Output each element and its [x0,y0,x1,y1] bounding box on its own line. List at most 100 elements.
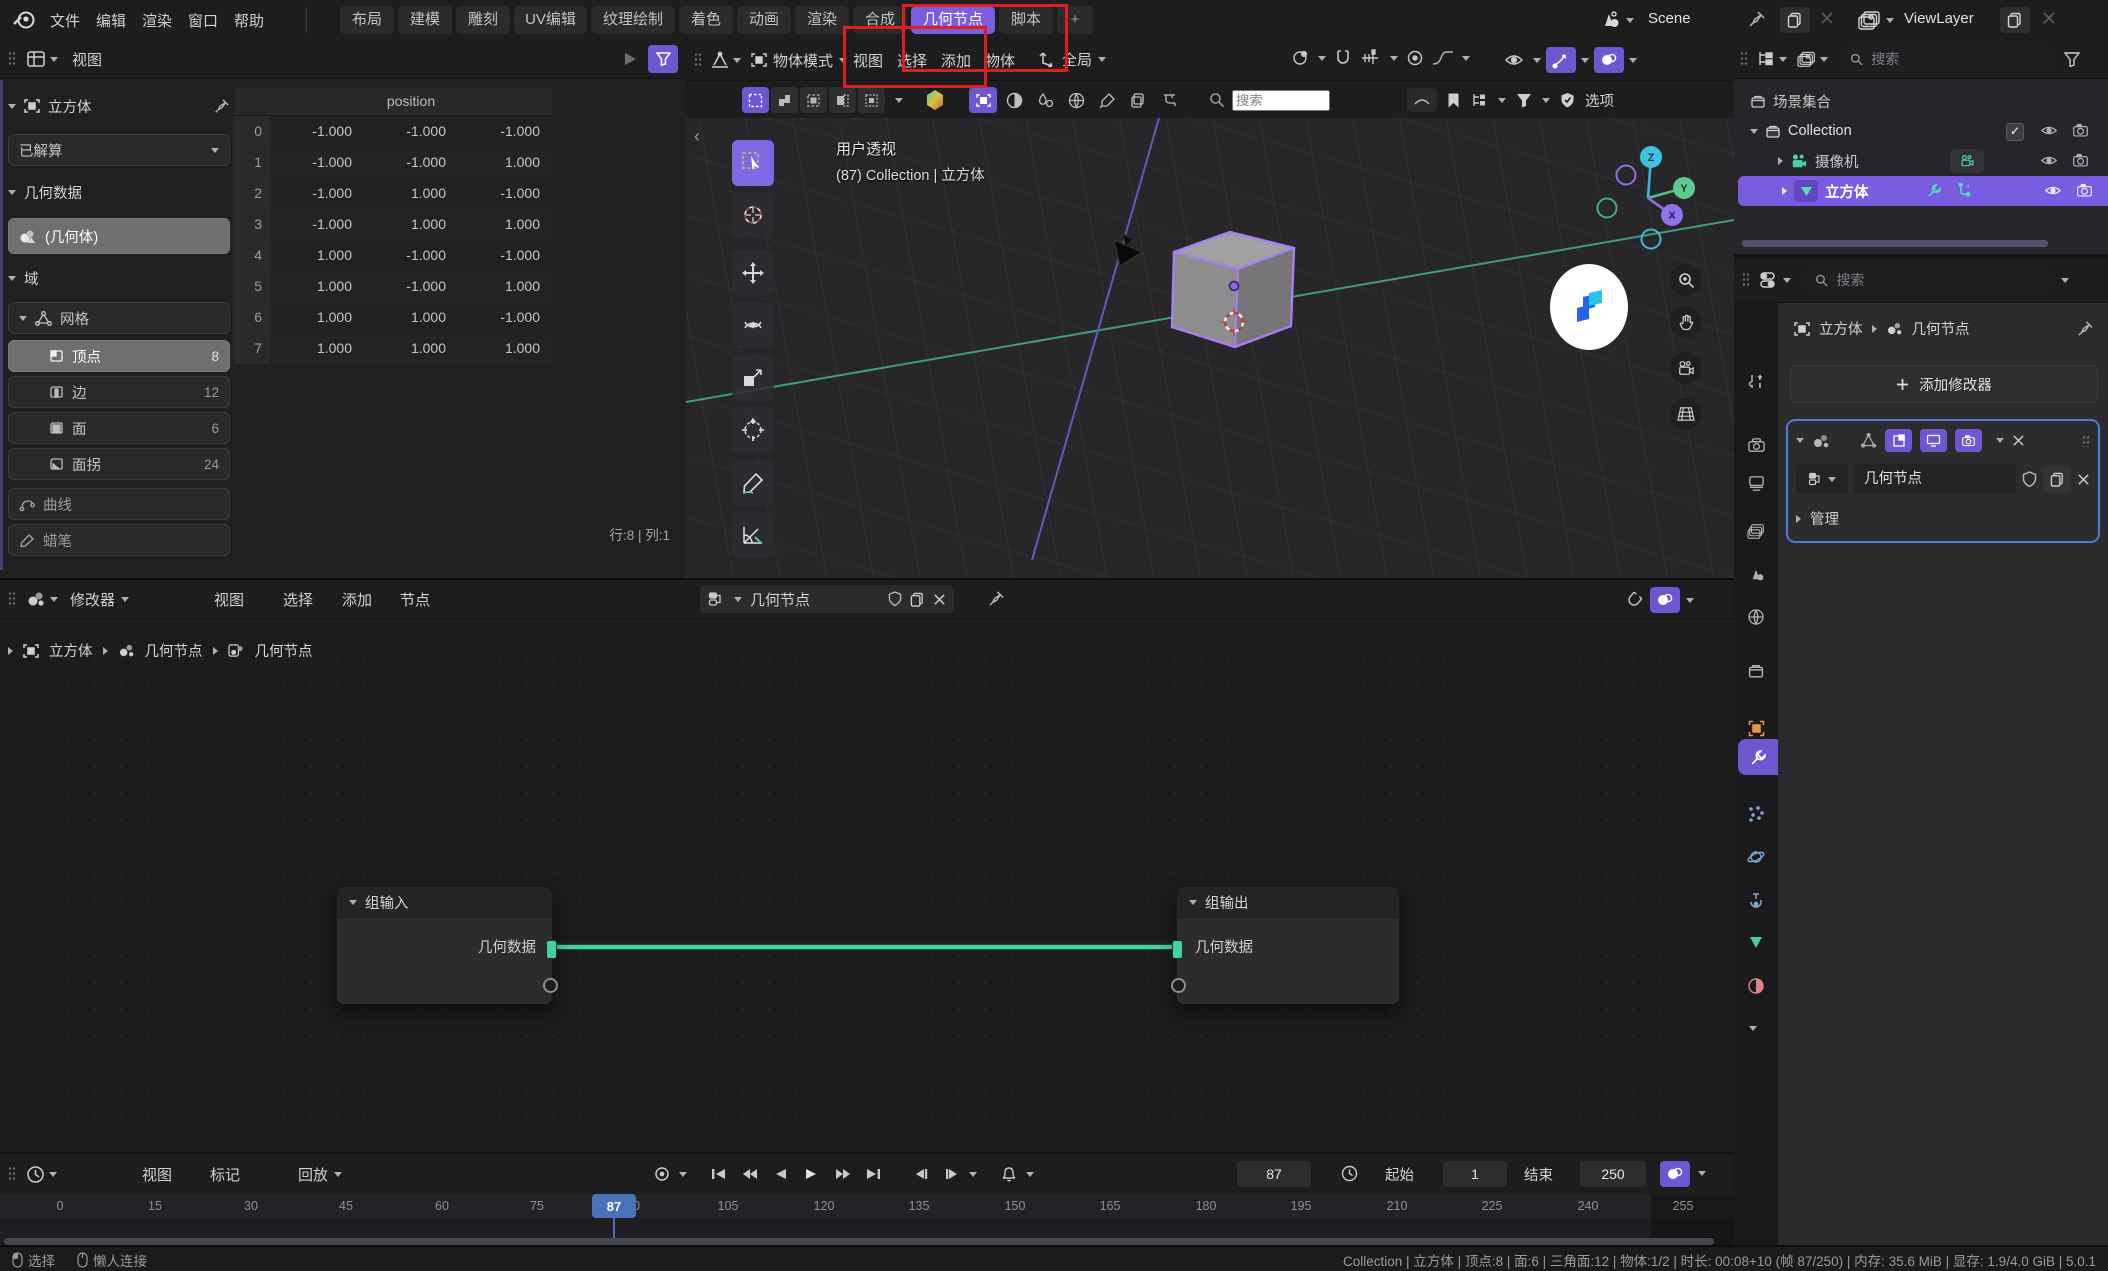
sound-chevron-icon[interactable] [1026,1172,1034,1177]
shading-droplets-icon[interactable] [1031,87,1059,113]
tree-type-dropdown[interactable]: 修改器 [70,589,129,610]
node-collapse-icon[interactable] [349,900,357,905]
node-collapse-icon[interactable] [1189,900,1197,905]
curve-handle-icon[interactable] [1407,88,1437,112]
properties-options-chevron-icon[interactable] [2061,278,2069,283]
timeline-grip[interactable] [8,1166,16,1182]
shading-pages-icon[interactable] [1124,87,1152,113]
node-editor-grip[interactable] [8,591,16,607]
timeline-editor-type-icon[interactable] [26,1165,57,1184]
domain-row-curve[interactable]: 曲线 [8,488,230,520]
snap-target-icon[interactable] [1360,49,1382,67]
options-label[interactable]: 选项 [1585,90,1614,111]
keying-chevron-icon[interactable] [679,1172,687,1177]
collection-expand-icon[interactable] [1750,129,1758,134]
play-button[interactable] [798,1161,825,1187]
spreadsheet-pin-icon[interactable] [214,98,230,114]
select-lasso-toggle[interactable] [829,87,856,113]
timeline-menu-view[interactable]: 视图 [142,1164,172,1185]
timeline-ruler[interactable]: 0 15 30 45 60 75 90 105 120 135 150 165 … [0,1194,1734,1247]
node-menu-add[interactable]: 添加 [342,589,372,610]
mesh-group-row[interactable]: 网格 [8,302,230,334]
blender-logo-icon[interactable] [12,8,38,32]
snap-chevron-icon[interactable] [1390,56,1398,61]
tab-compositing[interactable]: 合成 [853,6,907,34]
select-box-toggle[interactable] [771,87,798,113]
filter-funnel-icon[interactable] [1516,93,1532,108]
show-gizmo-toggle[interactable] [1546,47,1576,73]
gizmo-minus-z-axis[interactable] [1642,230,1661,249]
modifier-unlink-icon[interactable] [2077,473,2090,486]
modifier-expand-icon[interactable] [1796,438,1804,443]
virtual-output-socket[interactable] [543,978,558,993]
cube-render-icon[interactable] [2076,182,2093,198]
modifier-nodetree-selector[interactable] [1796,464,1848,494]
timeline-overlays-toggle[interactable] [1660,1161,1690,1187]
viewlayer-icon[interactable] [1858,9,1882,31]
frame-start-field[interactable]: 1 [1443,1161,1507,1187]
viewlayer-name[interactable]: ViewLayer [1904,10,1974,27]
shield-fakeuser-icon[interactable] [1560,92,1575,109]
properties-type-chevron-icon[interactable] [1783,278,1791,283]
tab-sculpting[interactable]: 雕刻 [456,6,510,34]
tab-scene-icon[interactable] [1741,559,1771,589]
node-tree-browse-chevron-icon[interactable] [734,597,742,602]
domain-row-corner[interactable]: 面拐 24 [8,448,230,480]
spreadsheet-filter-arrow-icon[interactable] [622,51,640,67]
tab-tool-icon[interactable] [1741,366,1771,396]
domain-section-header[interactable]: 域 [8,264,230,292]
play-reverse-button[interactable] [767,1161,794,1187]
proportional-edit-icon[interactable] [1406,49,1424,67]
domain-row-point[interactable]: 顶点 8 [8,340,230,372]
shading-solid-toggle[interactable] [969,87,997,113]
outliner-row-cube-selected[interactable]: 立方体 [1738,176,2108,206]
viewport-header-grip[interactable] [694,52,702,68]
menu-render[interactable]: 渲染 [142,10,172,31]
tool-move[interactable] [732,250,774,296]
geometry-output-socket[interactable] [546,940,557,959]
tab-object-data-icon[interactable] [1741,928,1771,958]
properties-search-input[interactable] [1834,271,2041,289]
navigation-gizmo[interactable]: Z Y X [1586,135,1716,265]
material-preview-sphere-icon[interactable] [925,89,945,111]
modifier-editmode-toggle[interactable] [1885,429,1912,452]
properties-grip[interactable] [1742,272,1750,288]
timeline-menu-marker[interactable]: 标记 [210,1164,240,1185]
scene-icon[interactable] [1598,9,1622,31]
jump-to-start-button[interactable] [705,1161,732,1187]
filter-image-chevron-icon[interactable] [1820,57,1828,62]
hierarchy-icon[interactable] [1470,92,1488,109]
tool-cursor[interactable] [732,192,774,238]
geometry-item-row[interactable]: (几何体) [8,218,230,254]
menu-edit[interactable]: 编辑 [96,10,126,31]
tool-search-input[interactable] [1232,90,1330,111]
keying-clock-icon[interactable] [1340,1164,1359,1183]
camera-render-icon[interactable] [2072,152,2089,168]
modifier-manage-section[interactable]: 管理 [1796,508,2090,529]
outliner-row-collection[interactable]: Collection ✓ [1734,116,2108,146]
add-modifier-button[interactable]: 添加修改器 [1790,365,2098,403]
properties-search[interactable] [1805,267,2051,294]
node-menu-view[interactable]: 视图 [214,589,244,610]
jump-to-end-button[interactable] [860,1161,887,1187]
tab-material-icon[interactable] [1741,971,1771,1001]
select-circle-toggle[interactable] [800,87,827,113]
domain-row-edge[interactable]: 边 12 [8,376,230,408]
gizmo-minus-x-axis[interactable] [1617,166,1636,185]
tool-search[interactable] [1209,90,1330,111]
geometry-data-section-header[interactable]: 几何数据 [8,178,230,206]
geometry-nodes-modifier-panel[interactable]: 几何节点 管理 [1786,419,2100,543]
spreadsheet-header-grip[interactable] [8,51,16,67]
frame-back-button[interactable] [907,1161,934,1187]
outliner-funnel-icon[interactable] [2064,52,2080,67]
modifier-realtime-toggle[interactable] [1920,429,1947,452]
camera-view-icon[interactable] [1670,352,1702,384]
breadcrumb-modifier[interactable]: 几何节点 [1912,318,1970,339]
bookmark-icon[interactable] [1447,92,1460,109]
spreadsheet-object-header[interactable]: 立方体 [8,92,230,120]
group-output-node[interactable]: 组输出 几何数据 [1176,886,1400,1005]
auto-keying-toggle[interactable] [648,1161,675,1187]
shading-sphere-icon[interactable] [1000,87,1028,113]
tool-select-box[interactable] [732,140,774,186]
spreadsheet-filter-toggle[interactable] [648,45,678,73]
